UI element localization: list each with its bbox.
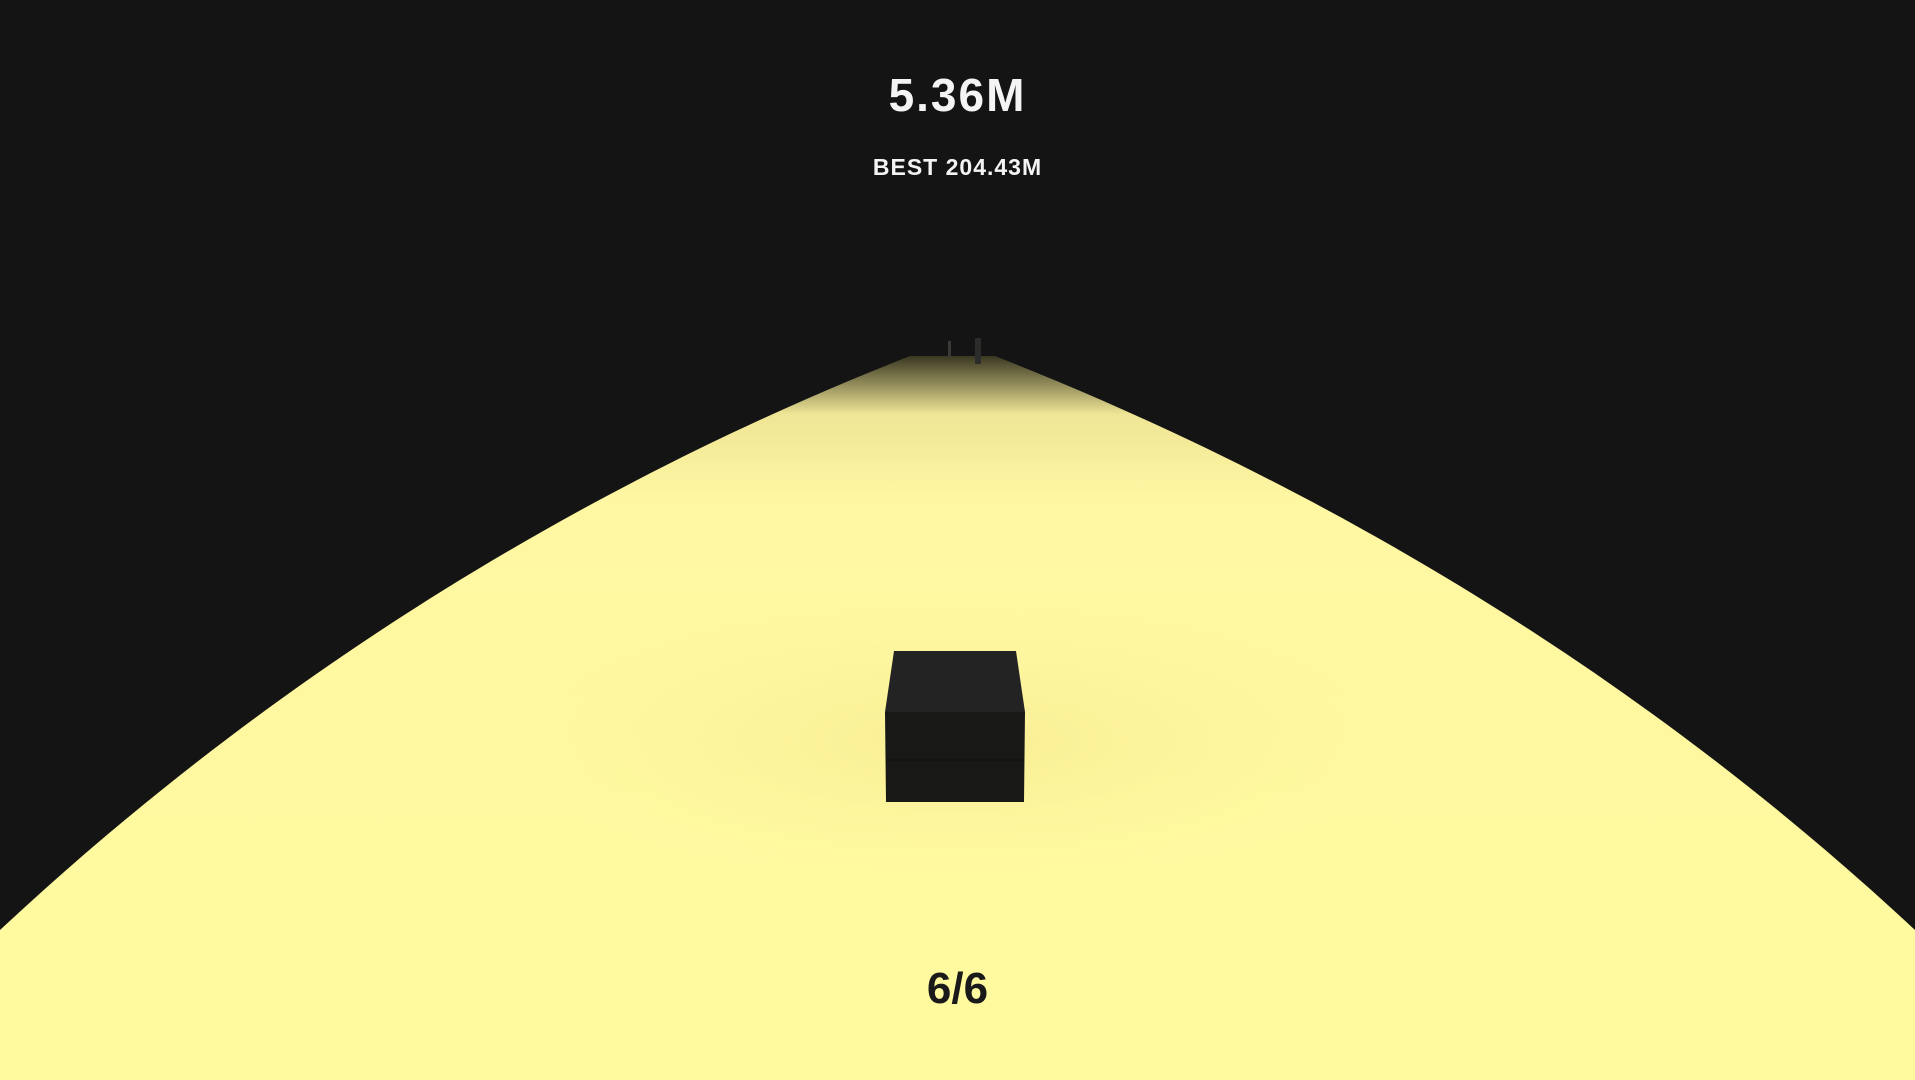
distance-score: 5.36M	[888, 69, 1027, 121]
distant-obstacle	[975, 338, 981, 364]
player-cube	[885, 651, 1025, 802]
lives-counter: 6/6	[926, 964, 989, 1013]
player-cube-top	[885, 651, 1025, 712]
best-score: BEST 204.43M	[872, 154, 1043, 180]
player-cube-front	[885, 712, 1025, 802]
distant-obstacle	[948, 341, 951, 357]
game-stage[interactable]: 5.36M BEST 204.43M 6/6	[0, 0, 1915, 1080]
